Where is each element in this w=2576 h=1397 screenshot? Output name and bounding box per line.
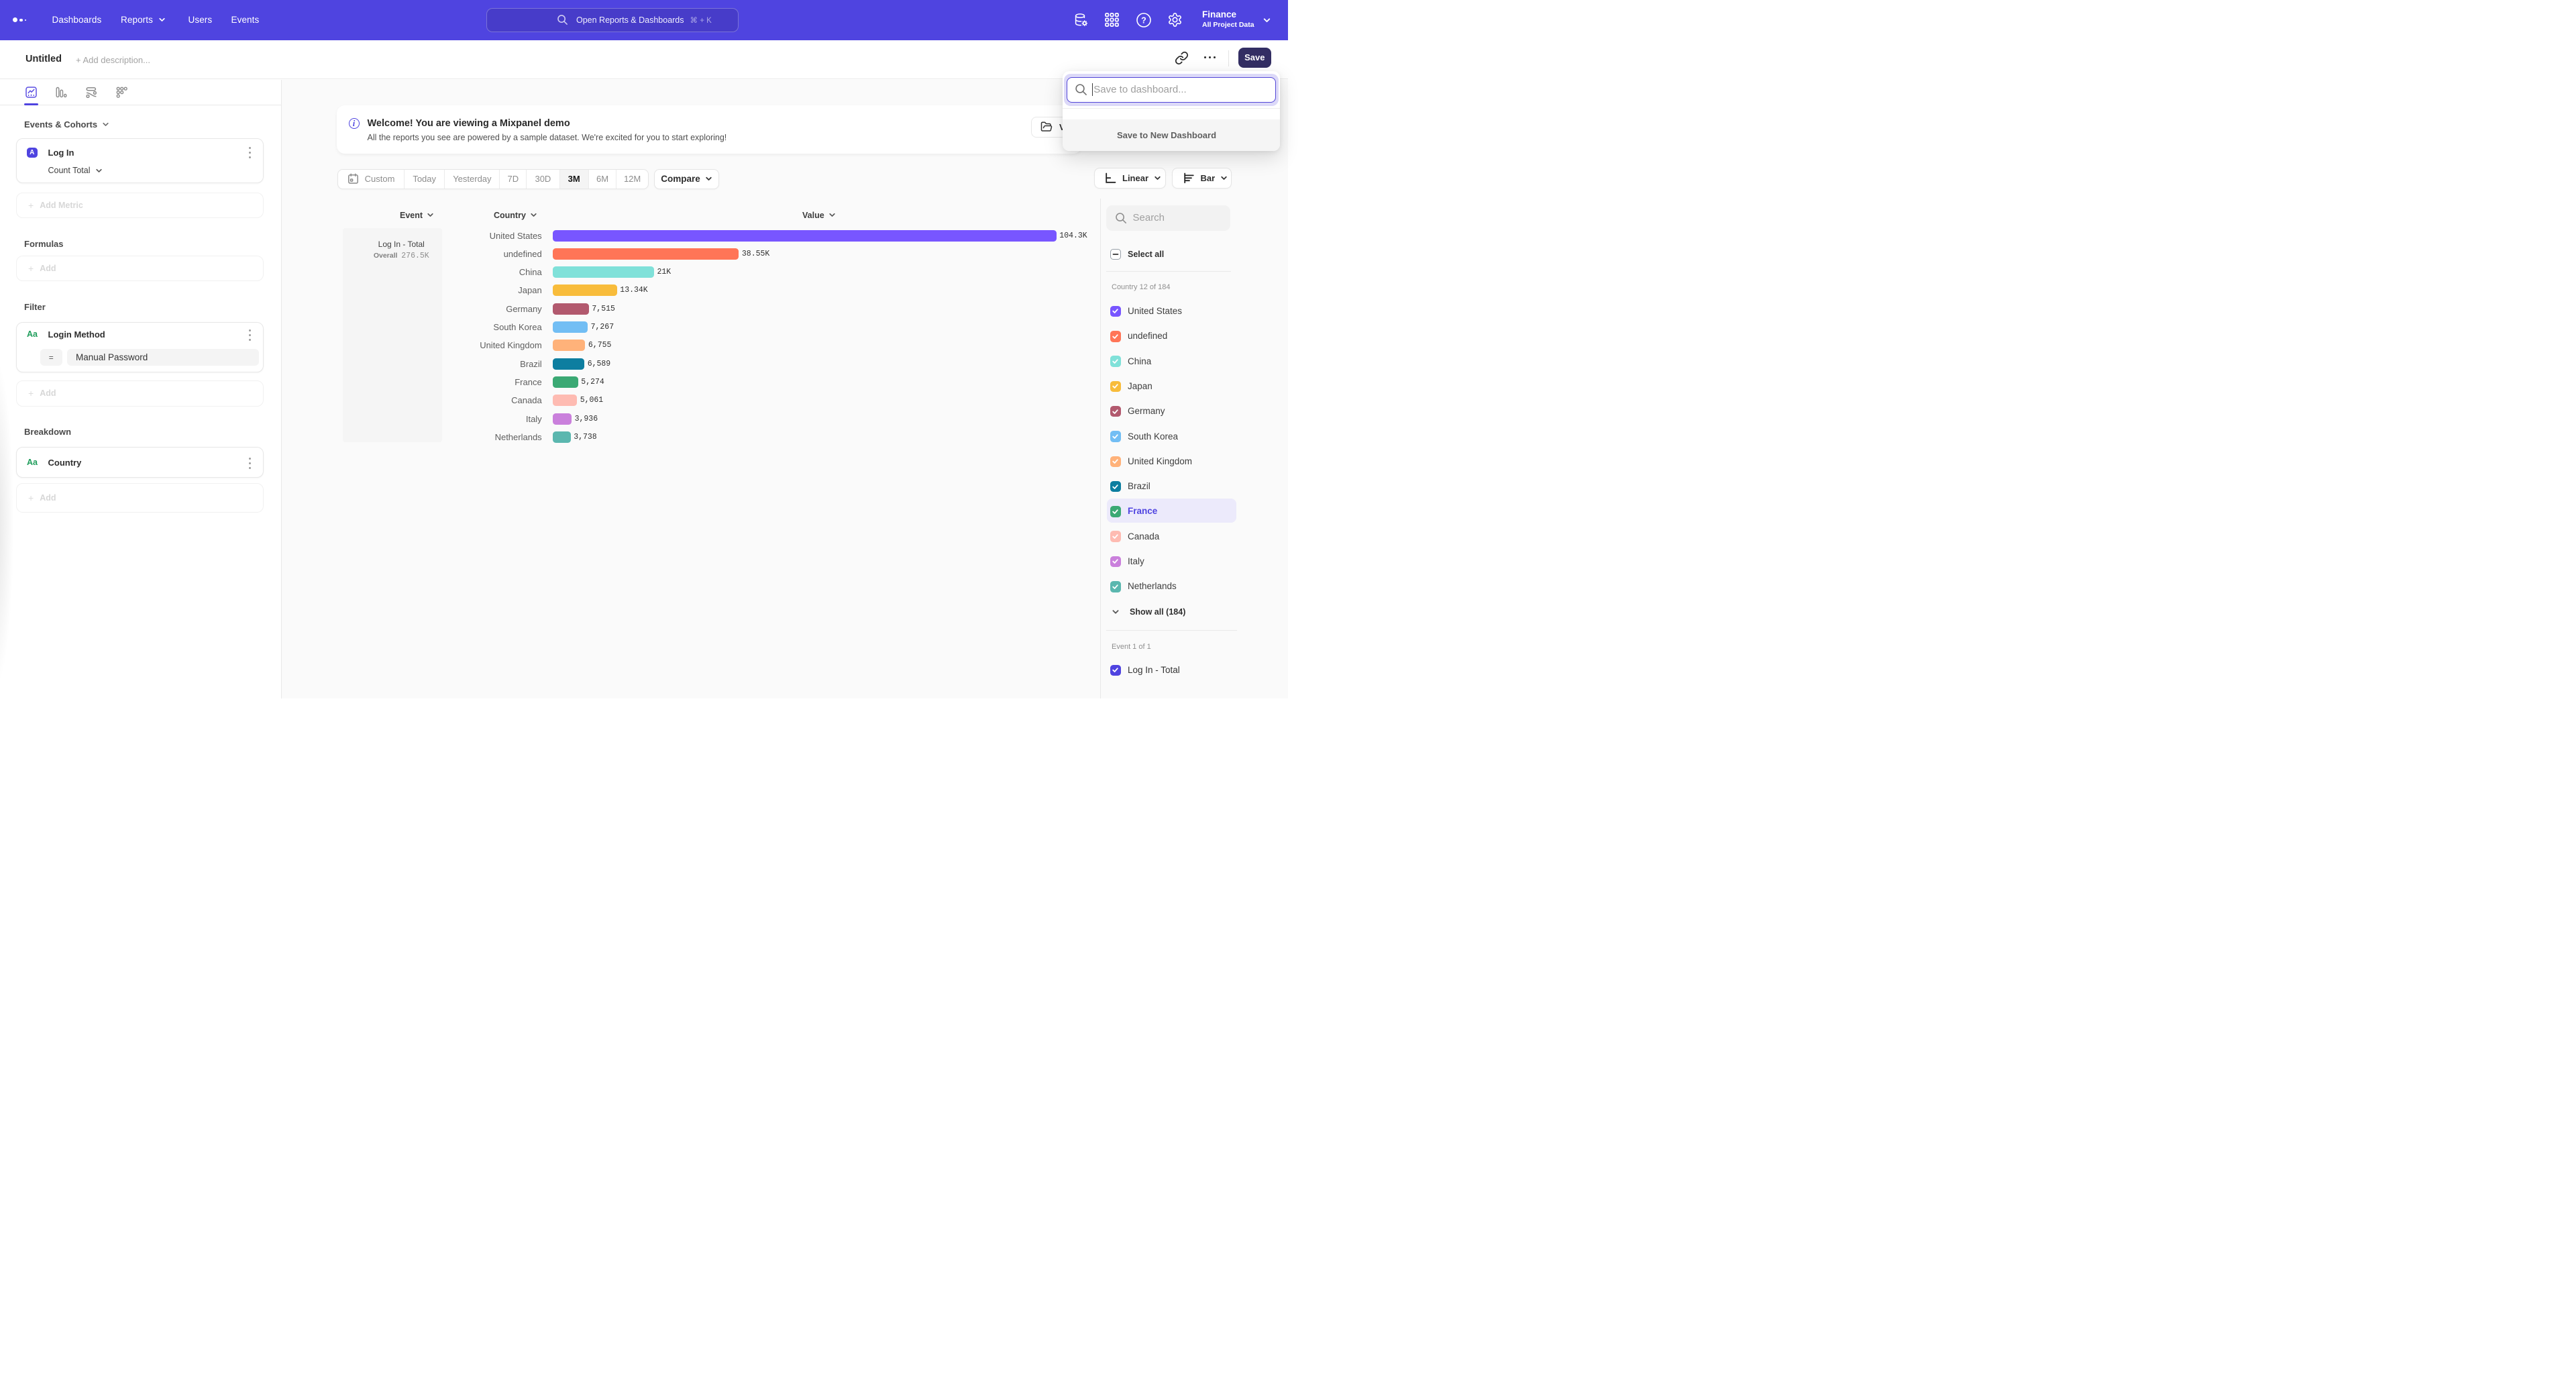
svg-text:?: ? <box>1141 15 1146 25</box>
